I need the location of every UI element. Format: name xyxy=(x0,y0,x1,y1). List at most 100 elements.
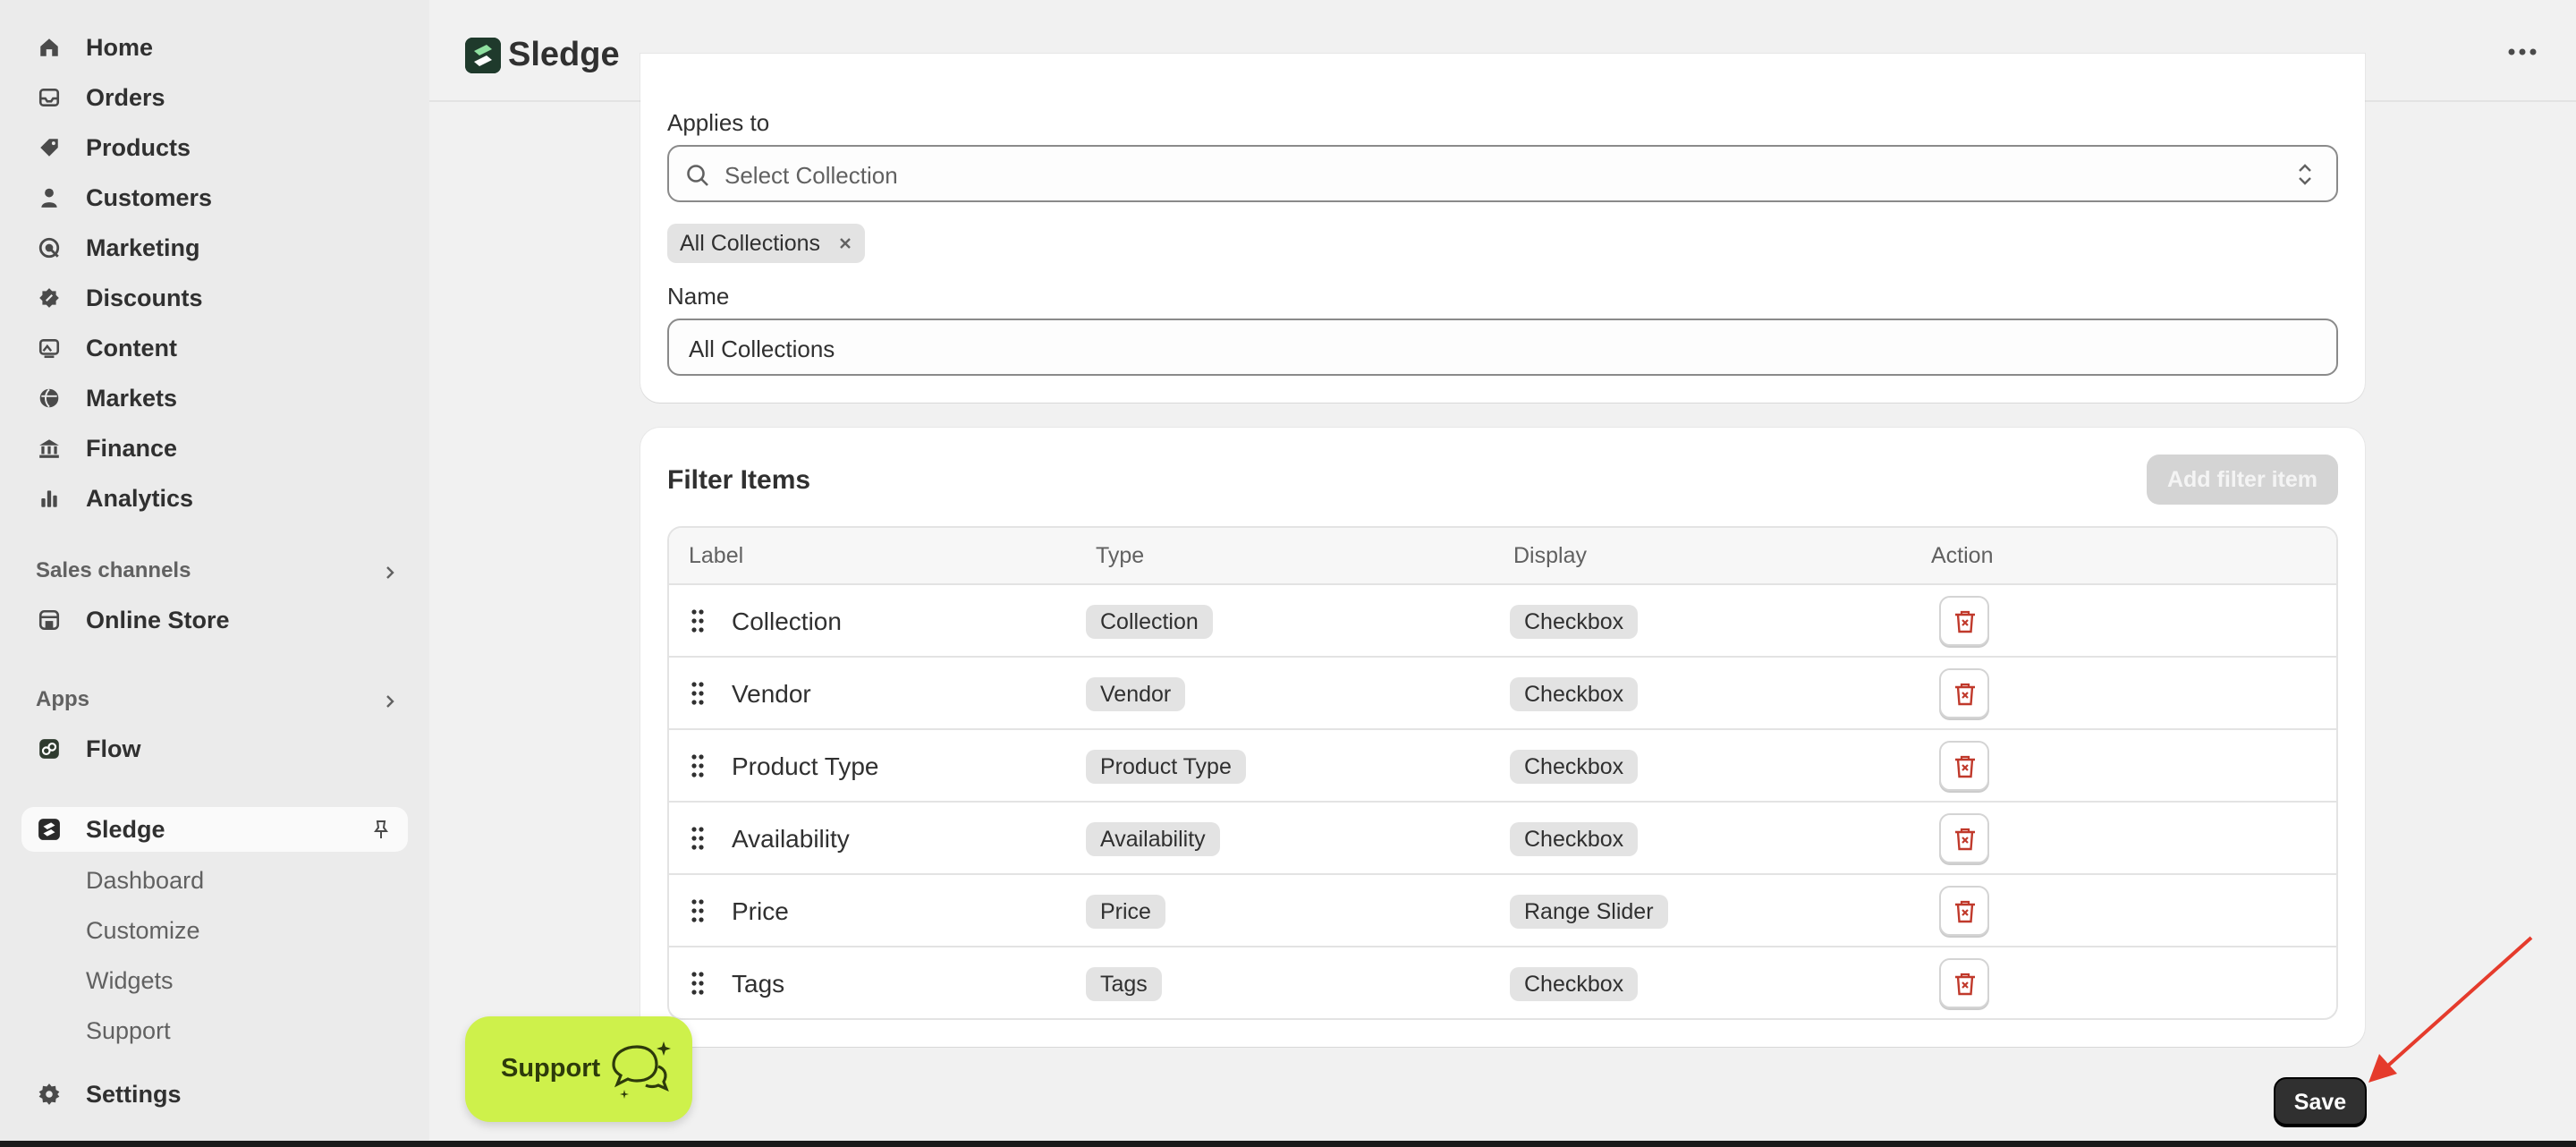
row-label: Availability xyxy=(732,825,850,853)
inbox-icon xyxy=(38,89,60,106)
sidebar: Home Orders Products Customers Marketing… xyxy=(0,0,429,1141)
display-badge: Checkbox xyxy=(1510,605,1639,639)
nav-flow[interactable]: Flow xyxy=(21,726,408,771)
table-row: Collection Collection Checkbox xyxy=(669,585,2336,658)
save-button[interactable]: Save xyxy=(2274,1077,2367,1127)
nav-sledge-app[interactable]: Sledge xyxy=(21,807,408,852)
trash-icon xyxy=(1955,973,1975,996)
display-badge: Checkbox xyxy=(1510,967,1639,1001)
nav-content[interactable]: Content xyxy=(21,326,408,370)
filter-items-table: Label Type Display Action Collection Coll… xyxy=(667,526,2338,1020)
subnav-support[interactable]: Support xyxy=(86,1017,171,1045)
tag-label: All Collections xyxy=(680,231,821,256)
row-label: Vendor xyxy=(732,680,811,708)
type-badge: Product Type xyxy=(1086,750,1246,784)
nav-label: Markets xyxy=(86,384,178,412)
remove-tag-icon[interactable] xyxy=(836,234,854,252)
drag-handle-icon[interactable] xyxy=(691,753,705,778)
nav-settings[interactable]: Settings xyxy=(21,1072,408,1117)
sales-channels-heading: Sales channels xyxy=(36,558,191,582)
nav-discounts[interactable]: Discounts xyxy=(21,276,408,320)
image-icon xyxy=(38,339,60,359)
row-label: Product Type xyxy=(732,752,879,780)
nav-customers[interactable]: Customers xyxy=(21,175,408,220)
filter-items-card: Filter Items Add filter item Label Type … xyxy=(640,428,2365,1047)
app-page: Home Orders Products Customers Marketing… xyxy=(0,0,2576,1141)
drag-handle-icon[interactable] xyxy=(691,681,705,706)
target-icon xyxy=(38,237,60,259)
trash-icon xyxy=(1955,900,1975,923)
sledge-logo-icon xyxy=(465,38,501,73)
name-input[interactable]: All Collections xyxy=(667,319,2338,376)
nav-label: Customers xyxy=(86,183,213,211)
nav-label: Settings xyxy=(86,1080,182,1108)
store-icon xyxy=(38,609,60,631)
delete-row-button[interactable] xyxy=(1939,741,1989,791)
nav-label: Marketing xyxy=(86,234,200,261)
drag-handle-icon[interactable] xyxy=(691,608,705,633)
filter-items-title: Filter Items xyxy=(667,465,811,495)
subnav-dashboard[interactable]: Dashboard xyxy=(86,867,204,895)
column-header-action: Action xyxy=(1931,543,1994,568)
nav-label: Analytics xyxy=(86,484,194,512)
pin-icon[interactable] xyxy=(370,819,392,840)
trash-icon xyxy=(1955,683,1975,706)
nav-markets[interactable]: Markets xyxy=(21,376,408,421)
row-label: Price xyxy=(732,897,789,925)
support-label: Support xyxy=(501,1054,601,1083)
display-badge: Checkbox xyxy=(1510,750,1639,784)
table-row: Tags Tags Checkbox xyxy=(669,947,2336,1018)
nav-online-store[interactable]: Online Store xyxy=(21,598,408,642)
support-chat-button[interactable]: Support xyxy=(465,1016,692,1122)
nav-orders[interactable]: Orders xyxy=(21,75,408,120)
chevron-right-icon[interactable] xyxy=(381,564,399,582)
drag-handle-icon[interactable] xyxy=(691,898,705,923)
discount-icon xyxy=(39,288,59,308)
selected-collection-tag: All Collections xyxy=(667,224,866,263)
chevron-right-icon[interactable] xyxy=(381,692,399,710)
select-chevron-icon xyxy=(2299,164,2311,185)
column-header-label: Label xyxy=(689,543,744,568)
drag-handle-icon[interactable] xyxy=(691,971,705,996)
delete-row-button[interactable] xyxy=(1939,958,1989,1008)
more-horizontal-icon[interactable] xyxy=(2504,43,2540,61)
trash-icon xyxy=(1955,828,1975,851)
nav-label: Content xyxy=(86,334,177,361)
column-header-display: Display xyxy=(1513,543,1587,568)
trash-icon xyxy=(1955,610,1975,633)
tag-icon xyxy=(40,139,58,157)
add-filter-item-button[interactable]: Add filter item xyxy=(2147,455,2338,505)
nav-marketing[interactable]: Marketing xyxy=(21,225,408,270)
drag-handle-icon[interactable] xyxy=(691,826,705,851)
nav-finance[interactable]: Finance xyxy=(21,426,408,471)
subnav-customize[interactable]: Customize xyxy=(86,917,200,945)
type-badge: Availability xyxy=(1086,822,1220,856)
table-header: Label Type Display Action xyxy=(669,528,2336,585)
subnav-widgets[interactable]: Widgets xyxy=(86,967,174,995)
display-badge: Range Slider xyxy=(1510,895,1668,929)
collection-select[interactable]: Select Collection xyxy=(667,145,2338,202)
type-badge: Collection xyxy=(1086,605,1213,639)
delete-row-button[interactable] xyxy=(1939,886,1989,936)
delete-row-button[interactable] xyxy=(1939,813,1989,863)
nav-analytics[interactable]: Analytics xyxy=(21,476,408,521)
nav-home[interactable]: Home xyxy=(21,25,408,70)
sledge-logo-icon xyxy=(38,819,60,840)
name-input-value: All Collections xyxy=(689,336,835,362)
nav-label: Home xyxy=(86,33,154,61)
bar-chart-icon xyxy=(41,490,57,507)
chat-bubbles-icon xyxy=(612,1041,671,1099)
trash-icon xyxy=(1955,755,1975,778)
nav-products[interactable]: Products xyxy=(21,125,408,170)
table-row: Availability Availability Checkbox xyxy=(669,803,2336,875)
nav-label: Sledge xyxy=(86,815,165,843)
applies-to-card: Applies to Select Collection All Collect… xyxy=(640,54,2365,403)
table-row: Price Price Range Slider xyxy=(669,875,2336,947)
annotation-arrow-icon xyxy=(2368,936,2533,1083)
nav-label: Flow xyxy=(86,735,141,762)
delete-row-button[interactable] xyxy=(1939,596,1989,646)
row-label: Collection xyxy=(732,607,842,635)
column-header-type: Type xyxy=(1096,543,1145,568)
home-icon xyxy=(40,38,58,56)
delete-row-button[interactable] xyxy=(1939,668,1989,718)
